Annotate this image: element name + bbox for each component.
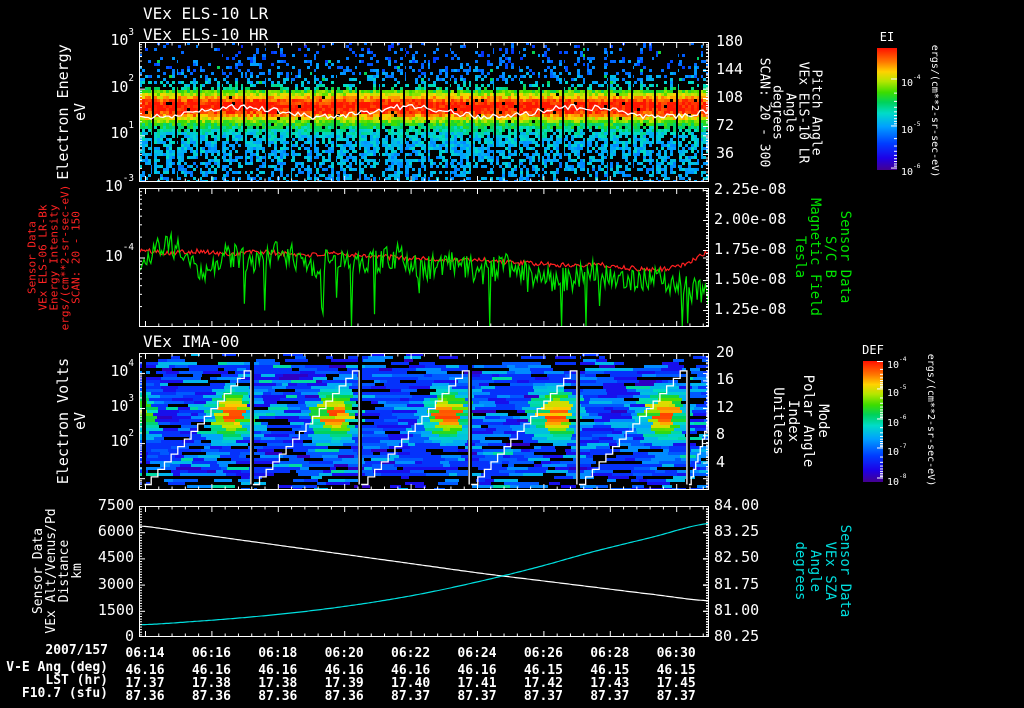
ima-y-axis-title-line: eV — [71, 411, 89, 431]
sza-tick-label: 84.00 — [714, 496, 760, 514]
sza-axis-title-line: Angle — [807, 549, 823, 593]
ima-colorbar-tick-label: 10-4 — [887, 355, 907, 371]
intensity-y-axis-title: Sensor Data VEx ELS-06 LR-Bk Energy Intens… — [26, 177, 83, 337]
trajectory-canvas — [139, 506, 709, 637]
bfield-axis-title-line: Sensor Data — [837, 210, 853, 304]
footer-date-label: 2007/157 — [45, 643, 108, 658]
bfield-axis-title-line: Tesla — [792, 235, 808, 279]
bfield-tick-label: 1.50e-08 — [714, 270, 787, 289]
mode-index-tick-label: 8 — [716, 425, 726, 444]
els-colorbar-units: ergs/(cm**2-sr-sec-eV) — [928, 11, 940, 211]
els-colorbar-tick-label: 10-6 — [901, 162, 921, 179]
els-y-axis-title-line: eV — [71, 102, 89, 122]
intensity-tick-label: 10-4 — [104, 242, 134, 265]
mode-index-tick-label: 4 — [716, 452, 726, 471]
time-tick-label: 06:14 — [125, 646, 165, 661]
ima-colorbar-tick-label: 10-6 — [887, 413, 907, 429]
sza-tick-label: 81.00 — [714, 600, 760, 619]
sza-axis-title-line: VEx SZA — [822, 541, 838, 601]
mode-index-tick-label: 12 — [716, 397, 735, 416]
vex-quicklook-figure: VEx ELS-10 LR VEx ELS-10 HR VEx IMA-00 E… — [0, 0, 1024, 708]
mode-index-tick-label: 16 — [716, 370, 735, 389]
f107-value: 87.37 — [590, 689, 630, 704]
intensity-y-axis-title-line: SCAN: 20 - 150 — [69, 210, 83, 304]
f107-value: 87.37 — [523, 689, 563, 704]
sza-tick-label: 80.25 — [714, 627, 760, 645]
bfield-axis-title-line: S/C B — [822, 235, 838, 279]
f107-value: 87.36 — [191, 689, 231, 704]
sza-tick-label: 82.50 — [714, 548, 760, 567]
bfield-axis-title-line: Magnetic Field — [807, 197, 823, 316]
intensity-bfield-canvas — [139, 188, 709, 327]
colorbar1-title: EI — [879, 30, 895, 44]
ima-colorbar-canvas — [863, 361, 883, 482]
els-colorbar-canvas — [877, 48, 897, 170]
mode-axis-title-line: Unitless — [770, 387, 786, 455]
f107-value: 87.36 — [258, 689, 298, 704]
els-y-axis-title: Electron Energy eV — [54, 42, 89, 182]
time-tick-label: 06:26 — [523, 646, 563, 661]
colorbar2-title: DEF — [862, 343, 884, 357]
sza-axis-title: Sensor Data VEx SZA Angle degrees — [792, 501, 853, 641]
pitch-angle-axis-title-line: Angle — [782, 92, 798, 132]
ima-colorbar-units: ergs/(cm**2-sr-sec-eV) — [924, 320, 936, 520]
f107-value: 87.36 — [125, 689, 165, 704]
pitch-angle-axis-title: Pitch Angle VEx ELS-10 LR Angle degrees SCAN… — [756, 37, 824, 187]
sza-tick-label: 81.75 — [714, 574, 760, 593]
panel3-title: VEx IMA-00 — [143, 332, 240, 351]
els-spectrogram-canvas — [139, 42, 709, 182]
bfield-tick-label: 1.25e-08 — [714, 300, 787, 319]
pitch-angle-axis-title-line: degrees — [769, 84, 785, 140]
time-tick-label: 06:24 — [457, 646, 497, 661]
f107-value: 87.37 — [656, 689, 696, 704]
time-tick-label: 06:16 — [191, 646, 231, 661]
f107-value: 87.37 — [391, 689, 431, 704]
bfield-axis-title: Sensor Data S/C B Magnetic Field Tesla — [792, 187, 853, 327]
pitch-angle-tick-label: 108 — [716, 88, 744, 106]
ima-y-axis-title-line: Electron Volts — [54, 357, 72, 485]
sza-tick-label: 83.25 — [714, 522, 760, 541]
bfield-tick-label: 2.00e-08 — [714, 210, 787, 228]
time-tick-label: 06:28 — [590, 646, 630, 661]
bfield-tick-label: 1.75e-08 — [714, 240, 787, 259]
footer-row-label-f107: F10.7 (sfu) — [21, 686, 108, 701]
pitch-angle-axis-title-line: SCAN: 20 - 300 — [756, 57, 772, 167]
altitude-y-axis-title-line: km — [70, 563, 85, 579]
time-tick-label: 06:30 — [656, 646, 696, 661]
els-colorbar-tick-label: 10-5 — [901, 120, 921, 136]
sza-axis-title-line: Sensor Data — [837, 524, 853, 618]
mode-index-tick-label: 20 — [716, 343, 735, 361]
pitch-angle-tick-label: 36 — [716, 144, 735, 162]
ima-colorbar-tick-label: 10-5 — [887, 383, 907, 399]
time-tick-label: 06:18 — [258, 646, 298, 661]
ima-colorbar-tick-label: 10-8 — [887, 472, 907, 488]
pitch-angle-tick-label: 180 — [716, 32, 744, 50]
time-tick-label: 06:22 — [391, 646, 431, 661]
ima-spectrogram-canvas — [139, 353, 709, 490]
els-colorbar-units-line: ergs/(cm**2-sr-sec-eV) — [929, 44, 940, 178]
ima-colorbar-units-line: ergs/(cm**2-sr-sec-eV) — [925, 353, 936, 487]
mode-axis-title-line: Polar Angle — [800, 374, 816, 468]
pitch-angle-tick-label: 72 — [716, 116, 735, 134]
ima-y-axis-title: Electron Volts eV — [54, 351, 89, 491]
mode-axis-title-line: Mode — [815, 404, 831, 438]
pitch-angle-tick-label: 144 — [716, 60, 744, 78]
sza-axis-title-line: degrees — [792, 541, 808, 601]
mode-axis-title-line: Index — [785, 399, 801, 443]
ima-colorbar-tick-label: 10-7 — [887, 442, 907, 458]
f107-value: 87.37 — [457, 689, 497, 704]
mode-axis-title: Mode Polar Angle Index Unitless — [770, 351, 831, 491]
pitch-angle-axis-title-line: Pitch Angle — [808, 68, 824, 156]
f107-value: 87.36 — [324, 689, 364, 704]
time-tick-label: 06:20 — [324, 646, 364, 661]
els-y-axis-title-line: Electron Energy — [54, 44, 72, 180]
pitch-angle-axis-title-line: VEx ELS-10 LR — [795, 61, 811, 163]
els-colorbar-tick-label: 10-4 — [901, 73, 921, 89]
panel1-title-line1: VEx ELS-10 LR — [143, 4, 269, 23]
altitude-y-axis-title: Sensor Data VEx Alt/Venus/Pd Distance km — [31, 501, 85, 641]
